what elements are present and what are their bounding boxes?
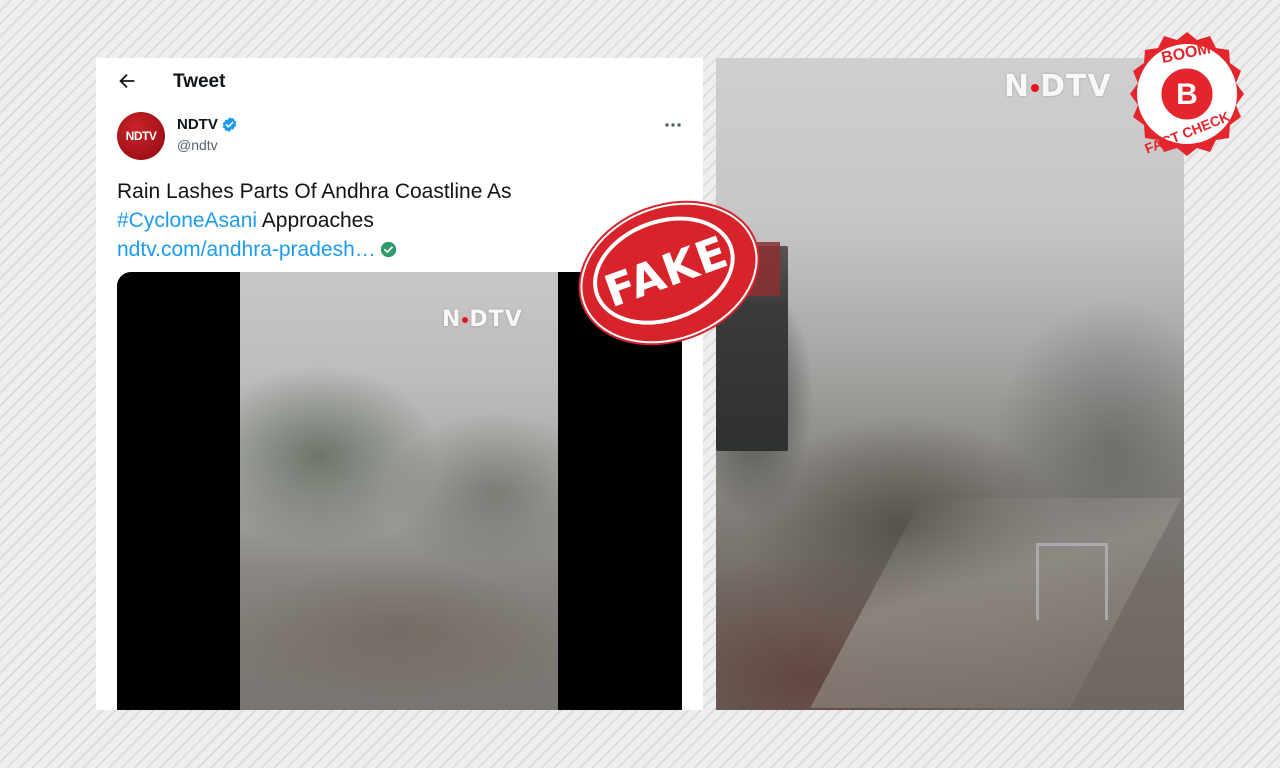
verified-badge-icon [222, 117, 237, 132]
tweet-header: Tweet [96, 58, 703, 106]
watermark-letter: N [1004, 69, 1031, 104]
ndtv-watermark: N DTV [442, 307, 523, 332]
watermark-text-large: N DTV [1004, 69, 1112, 104]
avatar-text: NDTV [125, 129, 157, 143]
watermark-letter: N [442, 307, 462, 332]
ndtv-watermark-large: N DTV [1004, 69, 1112, 104]
boom-fact-check-logo: BOOM B FACT CHECK [1130, 32, 1244, 157]
watermark-dot [462, 317, 469, 323]
avatar[interactable]: NDTV [117, 112, 165, 160]
watermark-letters: DTV [469, 307, 523, 332]
path-shape [810, 498, 1182, 708]
author-handle[interactable]: @ndtv [177, 137, 218, 153]
check-circle-icon [380, 241, 396, 258]
video-still[interactable]: N DTV [716, 58, 1184, 710]
watermark-text: N DTV [442, 307, 523, 332]
author-name[interactable]: NDTV [177, 116, 218, 133]
video-frame: N DTV [240, 272, 558, 710]
boom-badge-center-letter: B [1176, 78, 1198, 111]
watermark-dot [1031, 83, 1040, 92]
arrow-left-icon[interactable] [116, 70, 138, 92]
hashtag-link[interactable]: #CycloneAsani [117, 209, 257, 232]
railing-shape [1036, 543, 1108, 620]
watermark-letters: DTV [1040, 69, 1112, 104]
tweet-panel: Tweet NDTV NDTV @ndtv Rain Lashes Parts … [96, 58, 703, 710]
article-link[interactable]: ndtv.com/andhra-pradesh… [117, 238, 376, 261]
tweet-text-line-2-rest: Approaches [257, 209, 374, 232]
more-horizontal-icon[interactable] [662, 115, 684, 135]
tweet-text-line-1: Rain Lashes Parts Of Andhra Coastline As [117, 180, 512, 203]
page-title: Tweet [173, 71, 226, 92]
